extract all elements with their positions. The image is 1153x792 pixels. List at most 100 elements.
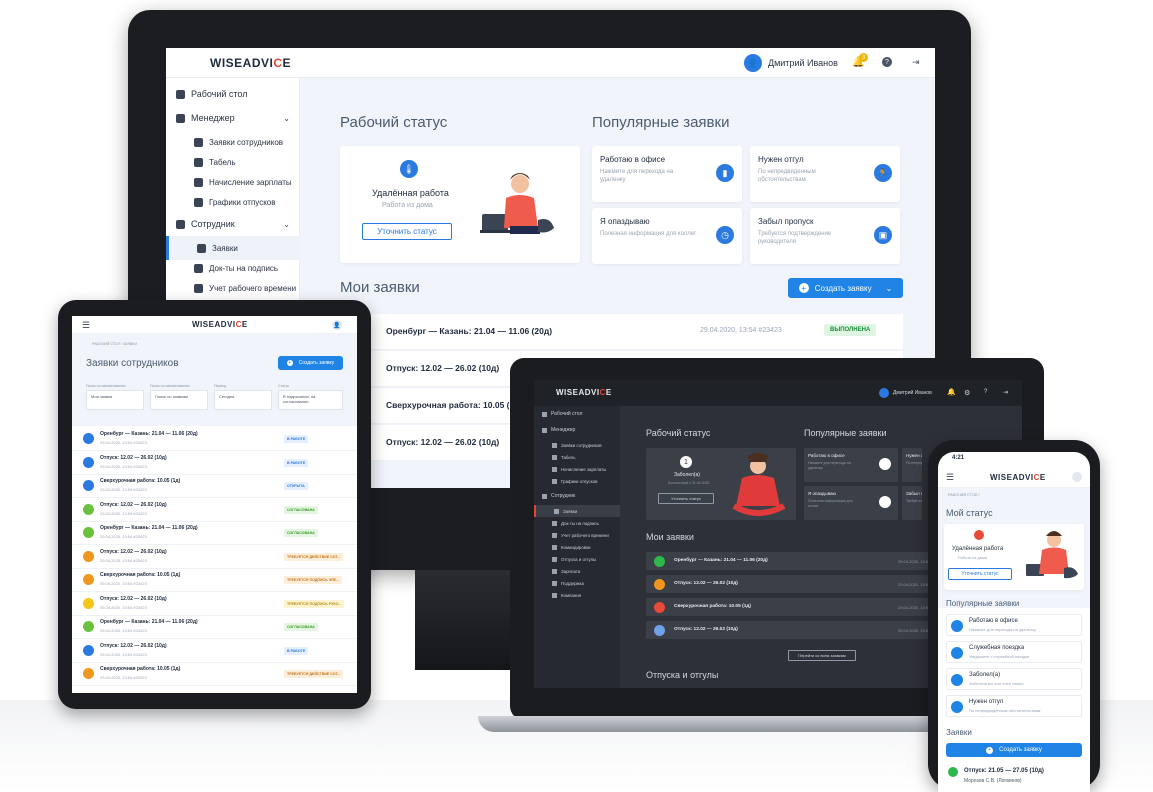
sidebar-item[interactable]: Менеджер ⌄ <box>166 106 300 130</box>
laptop-sidebar-item[interactable]: Табель <box>534 451 620 463</box>
phone-create-button[interactable]: + Создать заявку <box>946 743 1082 757</box>
laptop-brand-logo[interactable]: WISEADVICE <box>556 388 612 397</box>
tablet-row-date: 29.04.2020, 13:54 #23423 <box>100 628 147 633</box>
laptop-popular-title: Забыл пр <box>906 491 922 496</box>
laptop-help-icon[interactable]: ? <box>984 389 987 395</box>
laptop-refine-status-button[interactable]: Уточнить статус <box>658 493 714 504</box>
phone-popular-item[interactable]: Заболел(а) Заболели вы или член семьи <box>946 668 1082 690</box>
tablet-request-row[interactable]: Отпуск: 12.02 — 26.02 (10д) 29.04.2020, 1… <box>72 545 357 569</box>
tablet-request-row[interactable]: Отпуск: 12.02 — 26.02 (10д) 29.04.2020, 1… <box>72 639 357 663</box>
laptop-popular-card[interactable]: Работаю в офисе Нажмите для перехода на у… <box>804 448 898 482</box>
laptop-popular-icon <box>879 458 891 470</box>
sidebar-item-icon <box>197 243 206 253</box>
tablet-request-row[interactable]: Сверхурочная работа: 10.05 (1д) 29.04.202… <box>72 663 357 686</box>
laptop-sidebar-item[interactable]: Менеджер <box>534 424 620 436</box>
laptop-sidebar-item[interactable]: Заявки сотрудников <box>534 439 620 451</box>
phone-brand-logo[interactable]: WISEADVICE <box>990 473 1046 482</box>
tablet-row-date: 29.04.2020, 13:54 #23423 <box>100 557 147 563</box>
laptop-popular-title: Нужен от <box>906 453 922 458</box>
brand-logo[interactable]: WISEADVICE <box>210 56 291 70</box>
tablet-request-row[interactable]: Оренбург — Казань: 21.04 — 11.06 (20д) 29… <box>72 616 357 639</box>
tablet-request-row[interactable]: Оренбург — Казань: 21.04 — 11.06 (20д) 29… <box>72 522 357 545</box>
tablet-brand-logo[interactable]: WISEADVICE <box>192 320 248 329</box>
all-requests-button[interactable]: Перейти ко всем заявкам <box>788 650 856 661</box>
phone-popular-desc: Уведомите о служебной поездке <box>969 654 1030 659</box>
laptop-sidebar-item[interactable]: Сотрудник <box>534 490 620 502</box>
user-avatar-icon[interactable]: 👤 <box>744 54 762 72</box>
popular-section-title: Популярные заявки <box>592 114 730 131</box>
laptop-sidebar-item[interactable]: Компания <box>534 589 620 601</box>
request-row[interactable]: Оренбург — Казань: 21.04 — 11.06 (20д) 29… <box>334 314 903 350</box>
popular-card-icon: 🏃 <box>874 164 892 182</box>
laptop-user-avatar-icon[interactable] <box>879 388 889 398</box>
popular-card-desc: Требуется подтверждение руководителя <box>758 231 832 245</box>
sidebar-item-label: Заявки сотрудников <box>209 137 284 147</box>
phone-popular-title: Заболел(а) <box>969 672 1001 678</box>
laptop-sidebar-icon <box>552 478 557 484</box>
sidebar-item[interactable]: Сотрудник ⌄ <box>166 212 300 236</box>
tablet-request-row[interactable]: Оренбург — Казань: 21.04 — 11.06 (20д) 29… <box>72 428 357 451</box>
phone-popular-item[interactable]: Работаю в офисе Нажмите для перехода на у… <box>946 614 1082 636</box>
popular-request-card[interactable]: Работаю в офисе Нажмите для перехода на у… <box>592 146 742 202</box>
sidebar-item-label: Начисление зарплаты <box>209 177 292 187</box>
menu-icon[interactable]: ☰ <box>82 320 90 331</box>
laptop-sidebar-item[interactable]: Командировки <box>534 541 620 553</box>
laptop-logout-icon[interactable]: ⇥ <box>1003 389 1008 396</box>
refine-status-button[interactable]: Уточнить статус <box>362 223 452 240</box>
filter-field[interactable]: Сегодня <box>214 390 272 410</box>
laptop-popular-card[interactable]: Нужен от По непредв обстоят <box>902 448 922 482</box>
sidebar-item[interactable]: Учет рабочего времени <box>166 276 300 300</box>
tablet-user-icon[interactable]: 👤 <box>332 320 342 330</box>
laptop-sidebar-item[interactable]: Отпуска и отгулы <box>534 553 620 565</box>
tablet-request-row[interactable]: Отпуск: 12.02 — 26.02 (10д) 29.04.2020, 1… <box>72 592 357 616</box>
phone-menu-icon[interactable]: ☰ <box>946 472 954 483</box>
laptop-sidebar-item[interactable]: Заявки <box>534 505 620 517</box>
tablet-row-badge: ТРЕБУЕТСЯ ДЕЙСТВИЕ СОТ... <box>284 670 344 678</box>
laptop-sidebar-icon <box>552 568 557 574</box>
my-requests-title: Мои заявки <box>340 279 420 296</box>
phone-refine-status-button[interactable]: Уточнить статус <box>948 568 1012 580</box>
tablet-breadcrumb[interactable]: РАБОЧИЙ СТОЛ / ЗАЯВКИ <box>92 342 137 346</box>
laptop-popular-card[interactable]: Забыл пр Требуется руководит <box>902 486 922 520</box>
tablet-create-button[interactable]: + Создать заявку <box>278 356 343 370</box>
phone-popular-item[interactable]: Нужен отгул По непредвиденным обстоятельс… <box>946 695 1082 717</box>
sidebar-item[interactable]: Графики отпусков <box>166 190 300 214</box>
status-subtitle: Работа из дома <box>382 202 433 209</box>
laptop-sidebar-item[interactable]: Поддержка <box>534 577 620 589</box>
laptop-sidebar-item[interactable]: Учет рабочего времени <box>534 529 620 541</box>
phone-row-title[interactable]: Отпуск: 21.05 — 27.05 (10д) <box>964 768 1044 774</box>
laptop-sidebar-item[interactable]: Док-ты на подпись <box>534 517 620 529</box>
laptop-bell-icon[interactable]: 🔔 <box>947 388 956 396</box>
popular-request-card[interactable]: Я опаздываю Полезная информация для колле… <box>592 208 742 264</box>
filter-field[interactable]: В подписании, на согласовании <box>278 390 343 410</box>
logout-icon[interactable]: ⇥ <box>912 57 920 68</box>
sidebar-item-icon <box>176 113 185 123</box>
popular-request-card[interactable]: Нужен отгул По непредвиденным обстоятельс… <box>750 146 900 202</box>
laptop-sidebar-item[interactable]: Зарплата <box>534 565 620 577</box>
sidebar-item-label: Сотрудник <box>191 219 235 229</box>
sidebar-item[interactable]: Рабочий стол <box>166 82 300 106</box>
popular-request-card[interactable]: Забыл пропуск Требуется подтверждение рук… <box>750 208 900 264</box>
filter-field[interactable]: Поиск по заявкам <box>150 390 208 410</box>
laptop-sidebar-label: Док-ты на подпись <box>561 520 599 526</box>
tablet-request-row[interactable]: Отпуск: 12.02 — 26.02 (10д) 29.04.2020, 1… <box>72 498 357 522</box>
tablet-request-row[interactable]: Сверхурочная работа: 10.05 (1д) 29.04.202… <box>72 569 357 592</box>
help-icon[interactable]: ? <box>882 57 892 67</box>
laptop-gear-icon[interactable]: ⚙ <box>964 389 970 397</box>
tablet-request-row[interactable]: Сверхурочная работа: 10.05 (1д) 29.04.202… <box>72 475 357 498</box>
phone-user-icon[interactable] <box>1072 472 1082 482</box>
laptop-sidebar-item[interactable]: Графики отпусков <box>534 475 620 487</box>
chevron-down-icon[interactable]: ⌄ <box>283 220 290 229</box>
phone-popular-item[interactable]: Служебная поездка Уведомите о служебной п… <box>946 641 1082 663</box>
user-name[interactable]: Дмитрий Иванов <box>768 58 838 68</box>
create-request-button[interactable]: + Создать заявку ⌄ <box>788 278 903 298</box>
tablet-request-row[interactable]: Отпуск: 12.02 — 26.02 (10д) 29.04.2020, 1… <box>72 451 357 475</box>
chevron-down-icon[interactable]: ⌄ <box>283 114 290 123</box>
laptop-user-name[interactable]: Дмитрий Иванов <box>893 390 932 396</box>
filter-field[interactable]: Мои заявки <box>86 390 144 410</box>
laptop-sidebar-item[interactable]: Рабочий стол <box>534 408 620 420</box>
phone-breadcrumb[interactable]: РАБОЧИЙ СТОЛ / <box>948 493 979 497</box>
laptop-sidebar-item[interactable]: Начисление зарплаты <box>534 463 620 475</box>
laptop-popular-card[interactable]: Я опаздываю Полезная информация для колле… <box>804 486 898 520</box>
request-title: Отпуск: 12.02 — 26.02 (10д) <box>386 437 500 447</box>
